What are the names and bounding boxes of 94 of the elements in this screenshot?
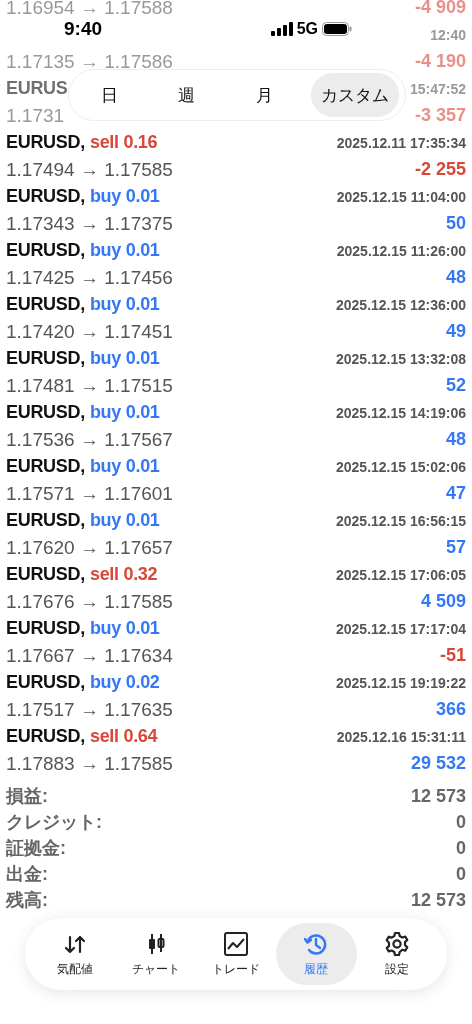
symbol-label: EURUSD, [6,402,85,423]
symbol-label: EURUSD, [6,294,85,315]
symbol-label: EURUSD, [6,132,85,153]
network-label: 5G [296,20,318,38]
profit-value: 52 [445,375,466,396]
order-label: buy 0.01 [89,618,160,639]
period-tab[interactable]: カスタム [311,73,399,117]
summary-value: 0 [456,811,466,833]
period-tab[interactable]: 日 [79,73,140,117]
trade-time: 2025.12.15 17:17:04 [336,620,466,637]
price-range: 1.17571 → 1.17601 [6,482,173,505]
symbol-label: EURUSD, [6,186,85,207]
price-range: 1.17676 → 1.17585 [6,590,173,613]
trade-time: 2025.12.15 13:32:08 [336,350,466,367]
price-range: 1.17343 → 1.17375 [6,212,173,235]
profit-value: 47 [445,483,466,504]
summary-label: 出金: [6,863,48,886]
price-range: 1.16954 → 1.17588 [6,0,173,19]
symbol-label: EURUSD, [6,564,85,585]
order-label: buy 0.01 [89,294,160,315]
order-label: buy 0.02 [89,672,160,693]
price-range: 1.17667 → 1.17634 [6,644,173,667]
trade-time: 2025.12.16 15:31:11 [336,728,466,745]
symbol-label: EURUSD, [6,348,85,369]
order-label: buy 0.01 [89,402,160,423]
trade-time: 2025.12.15 11:04:00 [336,188,466,205]
price-range: 1.17883 → 1.17585 [6,752,173,775]
price-range: 1.17620 → 1.17657 [6,536,173,559]
order-label: buy 0.01 [89,240,160,261]
summary-label: クレジット: [6,811,102,834]
summary-label: 残高: [6,889,48,912]
profit-value: 49 [445,321,466,342]
nav-tab[interactable]: チャート [115,923,196,985]
period-tab[interactable]: 週 [156,73,218,117]
profit-value: 48 [445,429,466,450]
profit-value: -3 357 [414,105,466,126]
symbol-label: EURUSD, [6,456,85,477]
symbol-label: EURUSD, [6,672,85,693]
order-label: sell 0.32 [89,564,158,585]
battery-icon [322,22,352,36]
trade-time: 2025.12.15 16:56:15 [336,512,466,529]
trade-time: 2025.12.11 17:35:34 [336,134,466,151]
profit-value: -4 909 [414,0,466,18]
price-range: 1.17420 → 1.17451 [6,320,173,343]
profit-value: 48 [445,267,466,288]
order-label: buy 0.01 [89,510,160,531]
profit-value: 57 [445,537,466,558]
nav-tab[interactable]: 履歴 [276,923,357,985]
profit-value: 50 [445,213,466,234]
symbol-label: EURUS [6,78,68,99]
symbol-label: EURUSD, [6,618,85,639]
price-range: 1.17425 → 1.17456 [6,266,173,289]
profit-value: -4 190 [414,51,466,72]
trade-time: 2025.12.15 12:36:00 [336,296,466,313]
summary-value: 12 573 [410,889,466,911]
trade-time: 15:47:52 [409,80,466,97]
profit-value: -2 255 [414,159,466,180]
settings-icon [383,930,410,957]
price-range: 1.17517 → 1.17635 [6,698,173,721]
price-range: 1.17494 → 1.17585 [6,158,173,181]
nav-tab[interactable]: 設定 [356,923,438,985]
order-label: sell 0.64 [89,726,158,747]
symbol-label: EURUSD, [6,726,85,747]
trade-time: 2025.12.15 14:19:06 [336,404,466,421]
period-tab[interactable]: 月 [233,73,295,117]
symbol-label: EURUSD, [6,240,85,261]
profit-value: 29 532 [410,753,466,774]
order-label: buy 0.01 [89,348,160,369]
order-label: buy 0.01 [89,456,160,477]
price-range: 1.17536 → 1.17567 [6,428,173,451]
symbol-label: EURUSD, [6,510,85,531]
line-chart-icon [223,930,249,957]
price-range: 1.1731 [6,104,65,127]
order-label: sell 0.16 [89,132,158,153]
summary-label: 証拠金: [6,837,66,860]
profit-value: 366 [435,699,466,720]
nav-tab[interactable]: 気配値 [35,923,116,985]
status-time: 9:40 [64,18,103,40]
trade-time: 2025.12.15 17:06:05 [336,566,466,583]
price-range: 1.17135 → 1.17586 [6,50,173,73]
trade-time: 2025.12.15 19:19:22 [336,674,466,691]
summary-label: 損益: [6,785,48,808]
summary-value: 0 [456,837,466,859]
trade-time: 2025.12.15 15:02:06 [336,458,466,475]
trade-time: 2025.12.15 11:26:00 [336,242,466,259]
trade-time: 12:40 [430,26,466,43]
summary-value: 0 [456,863,466,885]
nav-tab[interactable]: トレード [195,923,277,985]
profit-value: -51 [440,645,466,666]
order-label: buy 0.01 [89,186,160,207]
profit-value: 4 509 [420,591,466,612]
signal-icon [270,22,293,36]
summary-value: 12 573 [410,785,466,807]
price-range: 1.17481 → 1.17515 [6,374,173,397]
